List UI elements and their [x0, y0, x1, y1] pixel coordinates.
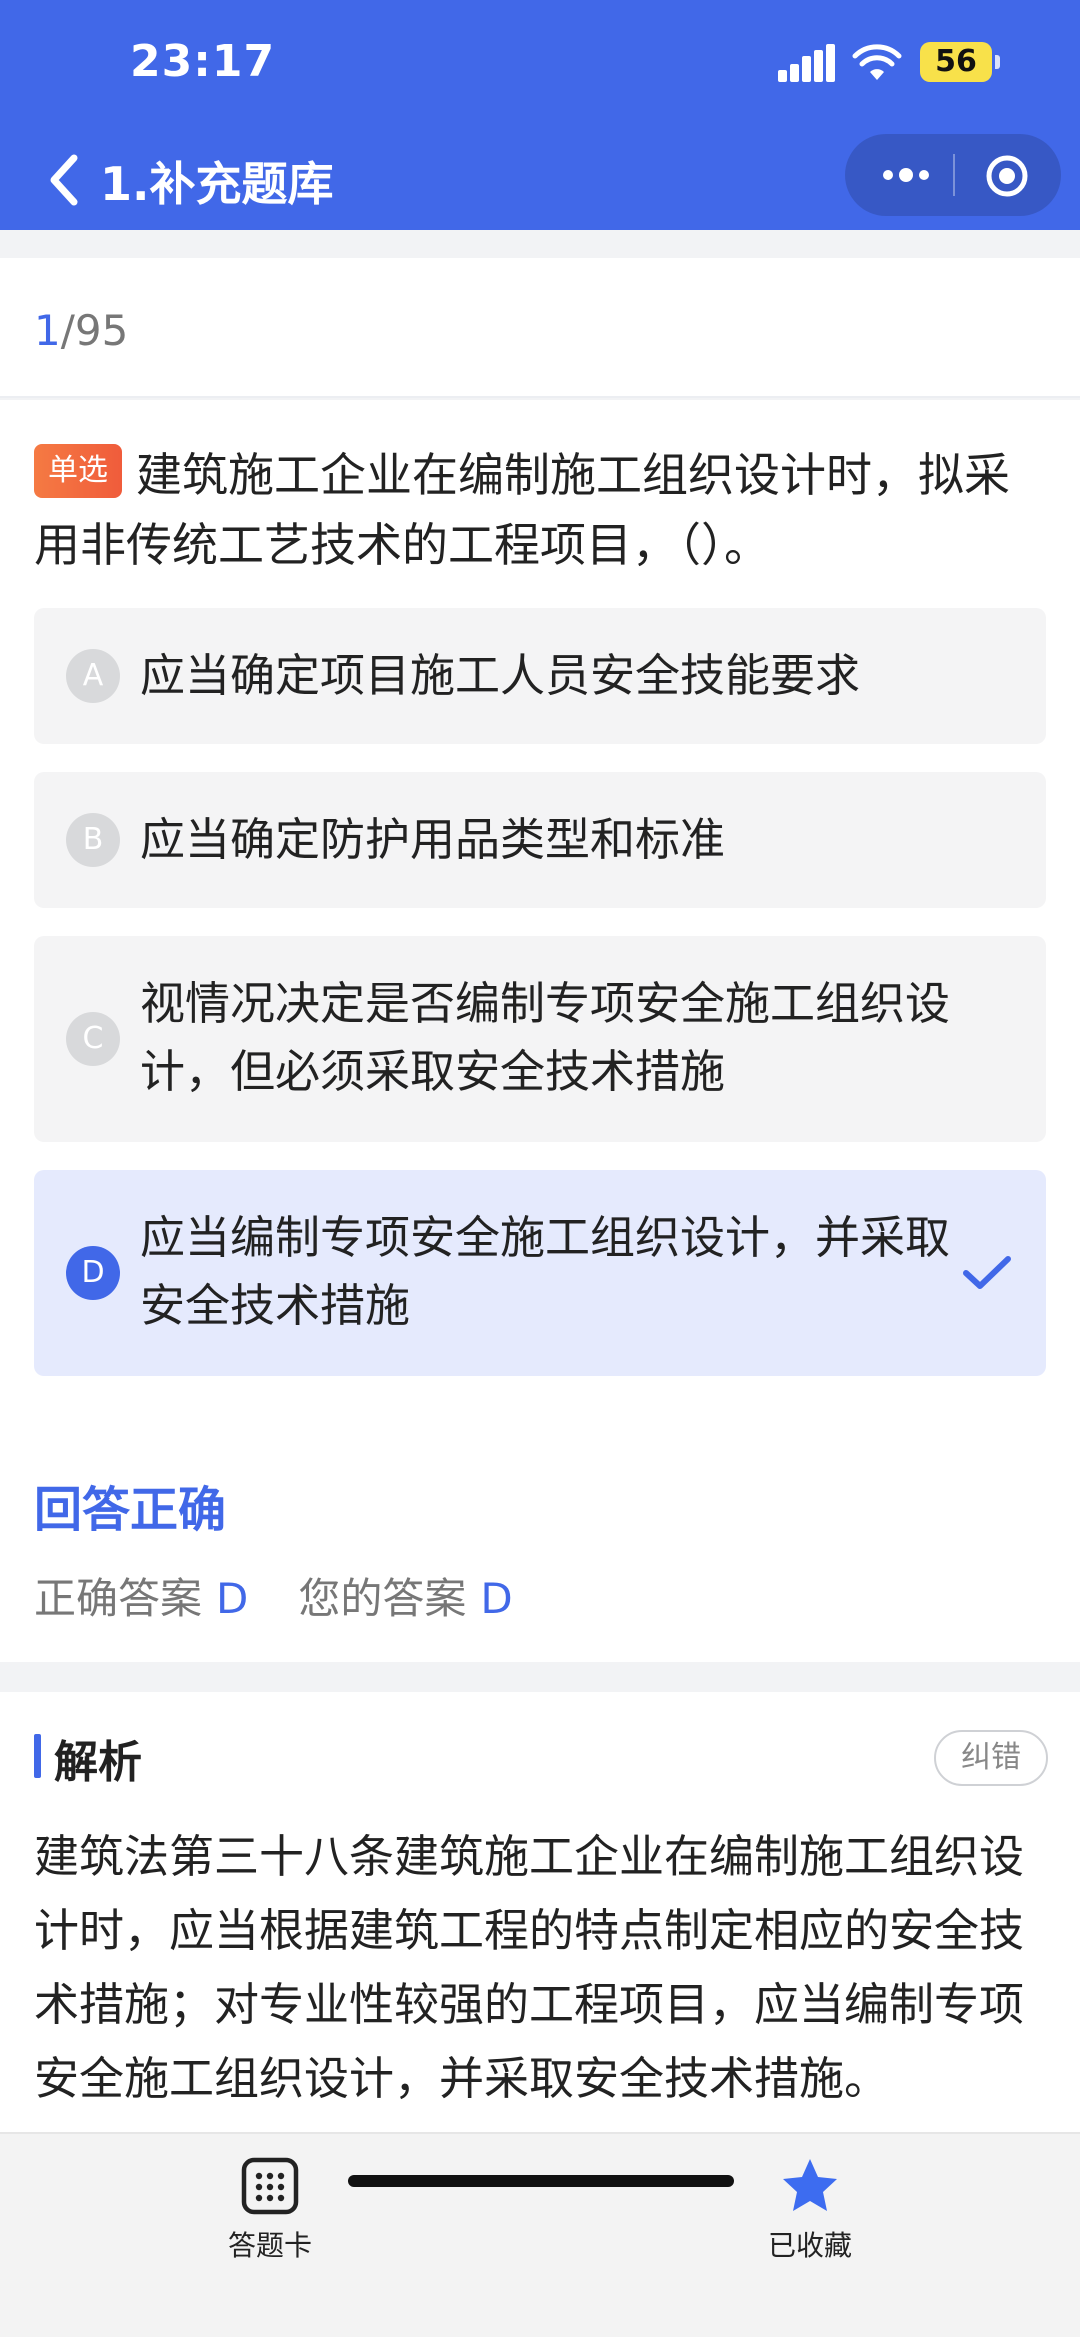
cellular-signal-icon — [778, 44, 836, 82]
nav-bar: 1.补充题库 — [0, 130, 1080, 230]
favorite-label: 已收藏 — [767, 2229, 852, 2262]
result-title: 回答正确 — [34, 1482, 227, 1538]
wifi-icon — [852, 44, 902, 80]
option-text: 应当确定防护用品类型和标准 — [140, 813, 726, 866]
option-text: 视情况决定是否编制专项安全施工组织设计，但必须采取安全技术措施 — [140, 977, 951, 1098]
question-text: 建筑施工企业在编制施工组织设计时，拟采用非传统工艺技术的工程项目，（）。 — [34, 448, 1010, 572]
answer-card-label: 答题卡 — [227, 2229, 312, 2262]
your-answer-label: 您的答案 — [298, 1574, 467, 1623]
answer-summary: 正确答案 D 您的答案 D — [34, 1565, 513, 1626]
option-letter: B — [66, 813, 120, 867]
close-target-icon[interactable] — [985, 154, 1029, 198]
star-icon — [783, 2159, 837, 2211]
bottom-bar: 答题卡 已收藏 — [0, 2132, 1080, 2337]
page-title: 1.补充题库 — [100, 157, 334, 211]
analysis-section: 解析 纠错 建筑法第三十八条建筑施工企业在编制施工组织设计时，应当根据建筑工程的… — [0, 1692, 1080, 2132]
grid-icon — [241, 2157, 299, 2215]
option-letter: A — [66, 649, 120, 703]
back-arrow-icon[interactable] — [40, 140, 90, 220]
correct-answer-value: D — [216, 1574, 249, 1623]
status-bar: 23:17 56 — [0, 0, 1080, 130]
mini-program-capsule — [845, 134, 1061, 216]
option-c[interactable]: C 视情况决定是否编制专项安全施工组织设计，但必须采取安全技术措施 — [34, 936, 1046, 1142]
more-icon[interactable] — [881, 164, 931, 186]
option-letter: C — [66, 1012, 120, 1066]
question-progress: 1/95 — [34, 306, 128, 355]
question-type-badge: 单选 — [34, 444, 122, 498]
option-d[interactable]: D 应当编制专项安全施工组织设计，并采取安全技术措施 — [34, 1170, 1046, 1376]
question-text-block: 单选 建筑施工企业在编制施工组织设计时，拟采用非传统工艺技术的工程项目，（）。 — [34, 440, 1046, 580]
your-answer-value: D — [480, 1574, 513, 1623]
battery-indicator: 56 — [920, 42, 1000, 82]
header: 23:17 56 1.补充题库 — [0, 0, 1080, 230]
progress-total: /95 — [60, 306, 129, 355]
check-icon — [963, 1256, 1011, 1289]
option-a[interactable]: A 应当确定项目施工人员安全技能要求 — [34, 608, 1046, 744]
option-text: 应当确定项目施工人员安全技能要求 — [140, 649, 861, 702]
progress-card: 1/95 — [0, 258, 1080, 398]
capsule-divider — [953, 154, 955, 196]
home-indicator — [348, 2175, 734, 2187]
analysis-title: 解析 — [54, 1737, 142, 1788]
correct-answer-label: 正确答案 — [34, 1574, 203, 1623]
option-letter: D — [66, 1246, 120, 1300]
answer-card-tab[interactable]: 答题卡 — [170, 2156, 370, 2264]
question-area: 单选 建筑施工企业在编制施工组织设计时，拟采用非传统工艺技术的工程项目，（）。 A… — [0, 400, 1080, 1662]
option-b[interactable]: B 应当确定防护用品类型和标准 — [34, 772, 1046, 908]
analysis-text: 建筑法第三十八条建筑施工企业在编制施工组织设计时，应当根据建筑工程的特点制定相应… — [34, 1830, 1025, 2105]
favorite-tab[interactable]: 已收藏 — [710, 2156, 910, 2264]
section-accent-bar — [34, 1734, 41, 1778]
status-time: 23:17 — [130, 36, 276, 87]
option-text: 应当编制专项安全施工组织设计，并采取安全技术措施 — [140, 1211, 951, 1332]
report-error-button[interactable]: 纠错 — [934, 1730, 1048, 1786]
progress-current: 1 — [34, 306, 61, 355]
